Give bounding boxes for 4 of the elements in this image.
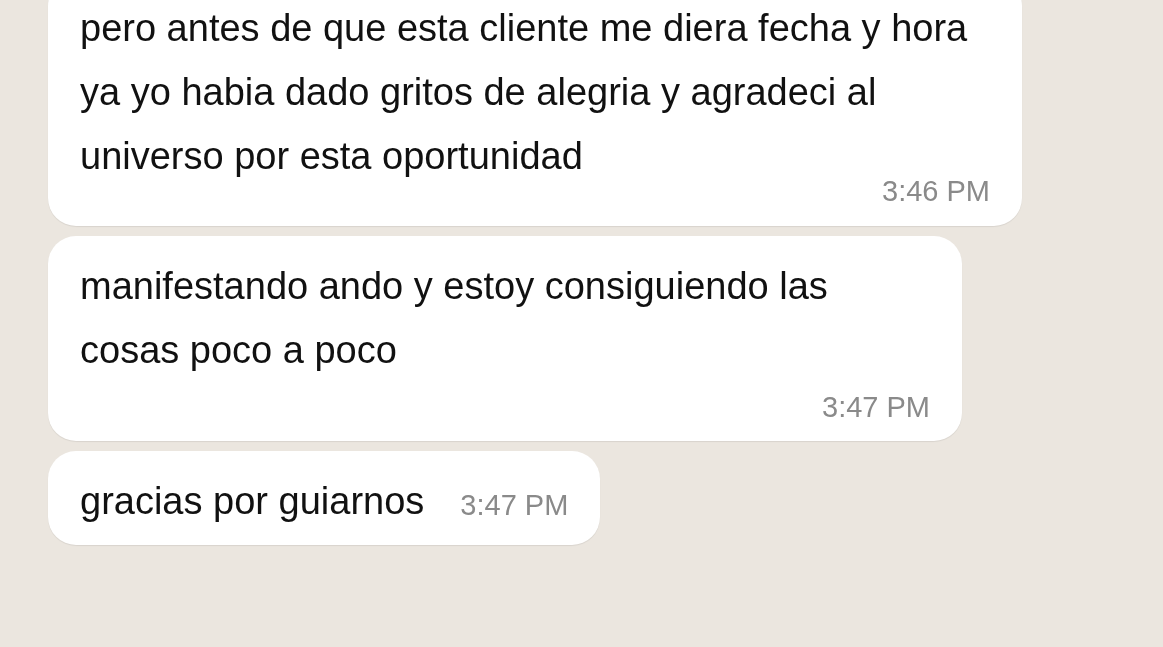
timestamp: 3:47 PM [822,389,930,425]
message-text: manifestando ando y estoy consiguiendo las cosas poco a poco [80,263,829,373]
message-text: gracias por guiarnos [80,479,425,524]
timestamp: 3:47 PM [460,487,569,523]
